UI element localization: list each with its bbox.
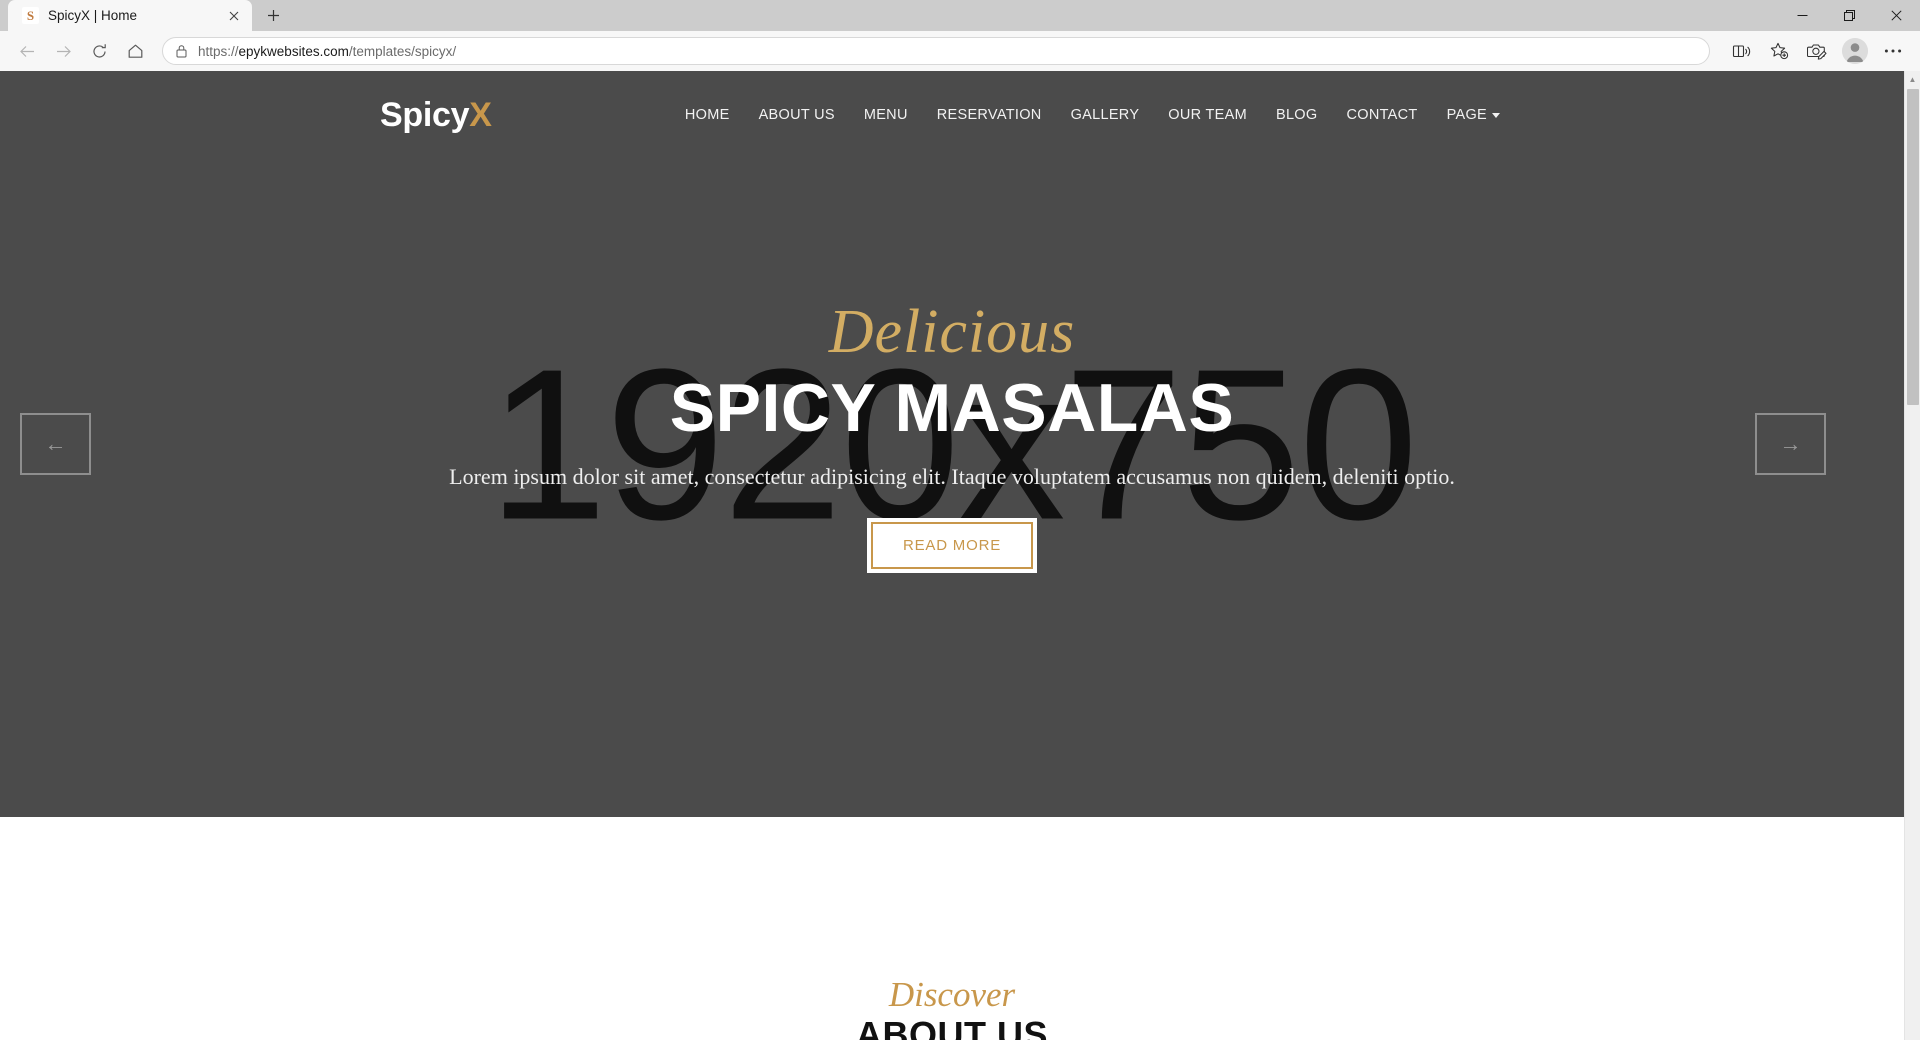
settings-ellipsis-icon[interactable]	[1876, 36, 1910, 66]
web-page: 1920x750 Delicious SPICY MASALAS Lorem i…	[0, 71, 1904, 1040]
site-header: SpicyX HOME ABOUT US MENU RESERVATION GA…	[0, 71, 1904, 159]
nav-label: OUR TEAM	[1168, 107, 1247, 123]
favicon: S	[22, 7, 39, 24]
nav-label: ABOUT US	[758, 107, 835, 123]
page-scrollbar[interactable]: ▲	[1904, 71, 1920, 1040]
nav-item-page[interactable]: PAGE	[1447, 107, 1500, 123]
hero-title: SPICY MASALAS	[669, 369, 1235, 446]
nav-label: GALLERY	[1070, 107, 1140, 123]
chevron-down-icon	[1492, 112, 1500, 118]
nav-item-blog[interactable]: BLOG	[1276, 107, 1318, 123]
nav-label: CONTACT	[1346, 107, 1418, 123]
about-section: Discover ABOUT US	[0, 817, 1904, 1040]
nav-label: PAGE	[1446, 107, 1487, 123]
scroll-up-icon[interactable]: ▲	[1905, 71, 1920, 87]
nav-label: MENU	[863, 107, 908, 123]
arrow-right-icon: →	[1779, 431, 1802, 456]
nav-label: HOME	[684, 107, 730, 123]
main-navigation: HOME ABOUT US MENU RESERVATION GALLERY O…	[685, 107, 1500, 123]
hero-slider: 1920x750 Delicious SPICY MASALAS Lorem i…	[0, 71, 1904, 817]
site-logo[interactable]: SpicyX	[380, 96, 492, 135]
url-scheme: https://	[198, 43, 239, 59]
browser-tab[interactable]: S SpicyX | Home	[8, 0, 252, 31]
avatar	[1842, 38, 1868, 64]
url-path: /templates/spicyx/	[348, 43, 457, 59]
close-icon[interactable]	[223, 5, 244, 26]
page-viewport: 1920x750 Delicious SPICY MASALAS Lorem i…	[0, 71, 1920, 1040]
hero-content: Delicious SPICY MASALAS Lorem ipsum dolo…	[0, 71, 1904, 817]
address-bar[interactable]: https://epykwebsites.com/templates/spicy…	[162, 37, 1710, 65]
add-favorite-icon[interactable]	[1762, 36, 1796, 66]
close-window-icon[interactable]	[1873, 0, 1920, 31]
logo-main: Spicy	[380, 95, 470, 134]
lock-icon	[175, 44, 188, 58]
tab-title: SpicyX | Home	[48, 8, 138, 23]
screenshot-icon[interactable]	[1800, 36, 1834, 66]
nav-item-about-us[interactable]: ABOUT US	[759, 107, 835, 123]
window-controls	[1779, 0, 1920, 31]
hero-subtitle: Lorem ipsum dolor sit amet, consectetur …	[449, 464, 1455, 490]
browser-toolbar: https://epykwebsites.com/templates/spicy…	[0, 31, 1920, 71]
reload-icon[interactable]	[82, 36, 116, 66]
tab-strip: S SpicyX | Home	[0, 0, 1920, 31]
about-title: ABOUT US	[856, 1014, 1048, 1040]
slider-prev-button[interactable]: ←	[20, 413, 91, 475]
nav-item-gallery[interactable]: GALLERY	[1071, 107, 1140, 123]
read-aloud-icon[interactable]	[1724, 36, 1758, 66]
browser-window: S SpicyX | Home https://epykwebsites.com…	[0, 0, 1920, 1040]
url-text: https://epykwebsites.com/templates/spicy…	[198, 44, 456, 59]
profile-avatar[interactable]	[1838, 36, 1872, 66]
nav-item-our-team[interactable]: OUR TEAM	[1168, 107, 1247, 123]
nav-item-reservation[interactable]: RESERVATION	[937, 107, 1042, 123]
slider-next-button[interactable]: →	[1755, 413, 1826, 475]
maximize-icon[interactable]	[1826, 0, 1873, 31]
nav-item-contact[interactable]: CONTACT	[1346, 107, 1417, 123]
nav-item-home[interactable]: HOME	[685, 107, 730, 123]
about-script-label: Discover	[888, 975, 1016, 1014]
logo-accent: X	[469, 95, 492, 134]
new-tab-button[interactable]	[258, 0, 288, 30]
back-icon[interactable]	[10, 36, 44, 66]
home-icon[interactable]	[118, 36, 152, 66]
nav-label: RESERVATION	[936, 107, 1042, 123]
url-host: epykwebsites.com	[238, 43, 349, 59]
read-more-button[interactable]: READ MORE	[866, 518, 1038, 574]
forward-icon[interactable]	[46, 36, 80, 66]
nav-label: BLOG	[1275, 107, 1318, 123]
hero-script-label: Delicious	[828, 297, 1076, 366]
scrollbar-thumb[interactable]	[1907, 89, 1919, 405]
toolbar-actions	[1720, 36, 1910, 66]
minimize-icon[interactable]	[1779, 0, 1826, 31]
nav-item-menu[interactable]: MENU	[864, 107, 908, 123]
arrow-left-icon: ←	[44, 431, 67, 456]
